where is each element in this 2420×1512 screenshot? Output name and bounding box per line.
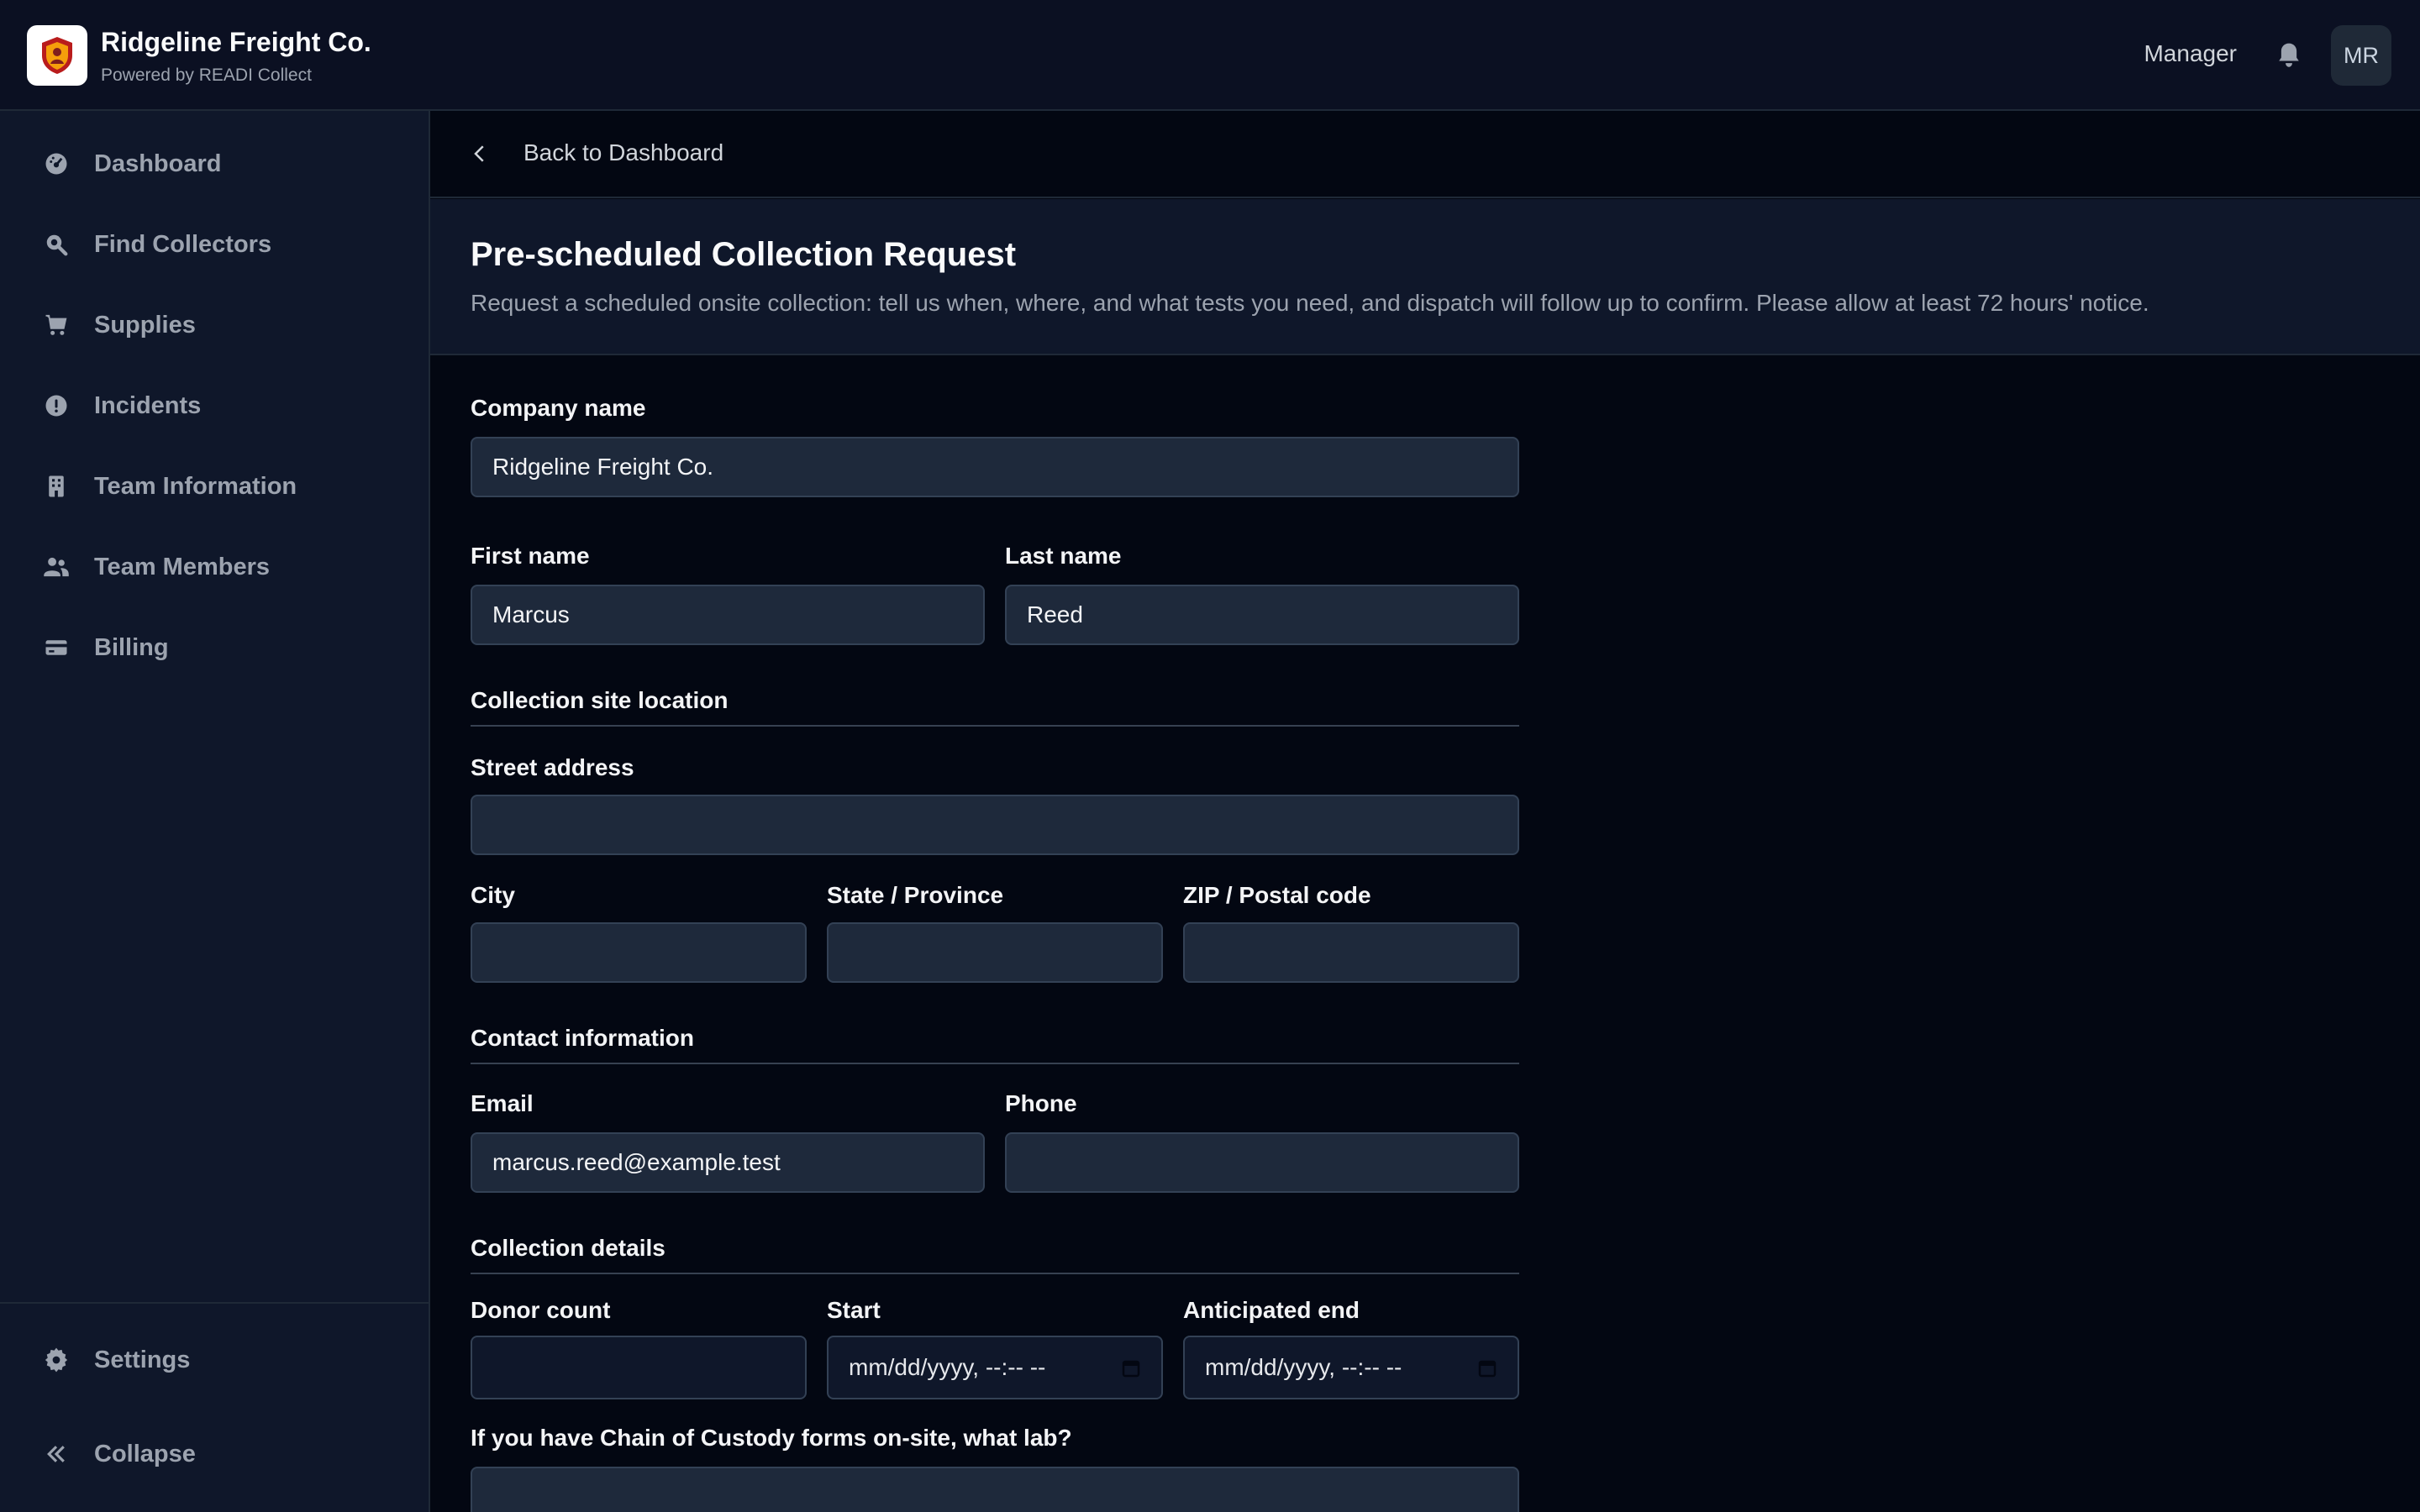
- sidebar-item-find-collectors[interactable]: Find Collectors: [0, 211, 429, 278]
- phone-label: Phone: [1005, 1090, 1077, 1116]
- zip-label: ZIP / Postal code: [1183, 882, 1371, 908]
- cart-icon: [42, 311, 71, 339]
- section-divider: [471, 725, 1519, 727]
- chain-of-custody-lab-label: If you have Chain of Custody forms on-si…: [471, 1425, 1072, 1451]
- calendar-icon[interactable]: [1121, 1357, 1141, 1378]
- sidebar-item-billing[interactable]: Billing: [0, 614, 429, 681]
- chevrons-left-icon: [42, 1440, 71, 1468]
- end-datetime-placeholder: mm/dd/yyyy, --:-- --: [1205, 1354, 1402, 1380]
- sidebar-item-incidents[interactable]: Incidents: [0, 372, 429, 439]
- back-to-dashboard-link[interactable]: Back to Dashboard: [523, 139, 723, 166]
- start-datetime-input[interactable]: mm/dd/yyyy, --:-- --: [827, 1336, 1163, 1399]
- first-name-label: First name: [471, 543, 590, 569]
- company-name-label: Company name: [471, 395, 646, 421]
- street-address-label: Street address: [471, 754, 634, 780]
- state-input[interactable]: [827, 922, 1163, 983]
- gear-icon: [42, 1346, 71, 1374]
- sidebar-item-supplies[interactable]: Supplies: [0, 291, 429, 359]
- section-title-contact: Contact information: [471, 1025, 694, 1051]
- calendar-icon[interactable]: [1477, 1357, 1497, 1378]
- sidebar-item-team-information[interactable]: Team Information: [0, 453, 429, 520]
- search-icon: [42, 230, 71, 259]
- alert-icon: [42, 391, 71, 420]
- sidebar: Dashboard Find Collectors Supplies Incid…: [0, 111, 430, 1512]
- email-input[interactable]: marcus.reed@example.test: [471, 1132, 985, 1193]
- chain-of-custody-lab-input[interactable]: [471, 1467, 1519, 1512]
- sidebar-item-label: Settings: [94, 1346, 191, 1373]
- sidebar-divider: [0, 1302, 429, 1304]
- donor-count-input[interactable]: [471, 1336, 807, 1399]
- back-bar: Back to Dashboard: [430, 111, 2420, 198]
- page-title: Pre-scheduled Collection Request: [471, 236, 1017, 273]
- sidebar-item-label: Team Members: [94, 553, 270, 580]
- anticipated-end-label: Anticipated end: [1183, 1297, 1360, 1323]
- last-name-label: Last name: [1005, 543, 1122, 569]
- state-label: State / Province: [827, 882, 1004, 908]
- section-divider: [471, 1273, 1519, 1274]
- end-datetime-input[interactable]: mm/dd/yyyy, --:-- --: [1183, 1336, 1519, 1399]
- collection-request-form: Company name Ridgeline Freight Co. First…: [430, 356, 2420, 1512]
- top-bar: Ridgeline Freight Co. Powered by READI C…: [0, 0, 2420, 111]
- company-name-input[interactable]: Ridgeline Freight Co.: [471, 437, 1519, 497]
- first-name-input[interactable]: Marcus: [471, 585, 985, 645]
- sidebar-item-label: Team Information: [94, 472, 297, 500]
- sidebar-item-dashboard[interactable]: Dashboard: [0, 130, 429, 197]
- city-input[interactable]: [471, 922, 807, 983]
- sidebar-item-label: Incidents: [94, 391, 202, 419]
- phone-input[interactable]: [1005, 1132, 1519, 1193]
- sidebar-item-team-members[interactable]: Team Members: [0, 533, 429, 601]
- shield-logo-icon[interactable]: [27, 25, 87, 86]
- users-icon: [42, 553, 71, 581]
- page-header: Pre-scheduled Collection Request Request…: [430, 199, 2420, 355]
- start-datetime-placeholder: mm/dd/yyyy, --:-- --: [849, 1354, 1046, 1380]
- sidebar-item-settings[interactable]: Settings: [0, 1326, 429, 1394]
- city-label: City: [471, 882, 515, 908]
- start-label: Start: [827, 1297, 881, 1323]
- role-label[interactable]: Manager: [2144, 40, 2237, 67]
- sidebar-collapse-button[interactable]: Collapse: [0, 1420, 429, 1488]
- building-icon: [42, 472, 71, 501]
- page-description: Request a scheduled onsite collection: t…: [471, 290, 2149, 316]
- brand-subtitle: Powered by READI Collect: [101, 66, 312, 85]
- section-title-details: Collection details: [471, 1235, 666, 1261]
- chevron-left-icon[interactable]: [467, 141, 492, 166]
- email-label: Email: [471, 1090, 534, 1116]
- section-title-location: Collection site location: [471, 687, 729, 713]
- credit-card-icon: [42, 633, 71, 662]
- bell-icon[interactable]: [2272, 39, 2306, 72]
- avatar[interactable]: MR: [2331, 25, 2391, 86]
- brand-title: Ridgeline Freight Co.: [101, 27, 371, 57]
- donor-count-label: Donor count: [471, 1297, 611, 1323]
- sidebar-item-label: Supplies: [94, 311, 196, 339]
- dashboard-icon: [42, 150, 71, 178]
- street-address-input[interactable]: [471, 795, 1519, 855]
- section-divider: [471, 1063, 1519, 1064]
- zip-input[interactable]: [1183, 922, 1519, 983]
- sidebar-item-label: Billing: [94, 633, 169, 661]
- sidebar-item-label: Collapse: [94, 1440, 196, 1467]
- sidebar-item-label: Dashboard: [94, 150, 222, 177]
- sidebar-item-label: Find Collectors: [94, 230, 272, 258]
- last-name-input[interactable]: Reed: [1005, 585, 1519, 645]
